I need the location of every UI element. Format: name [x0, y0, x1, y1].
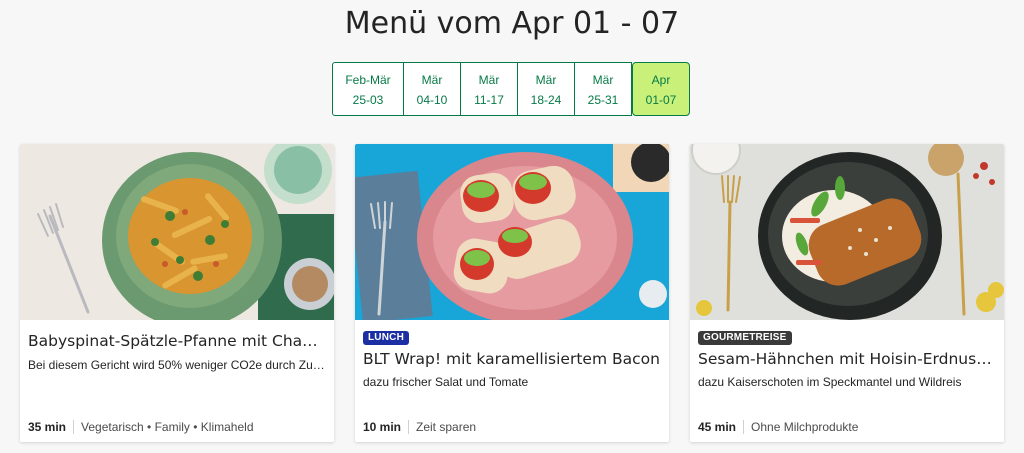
recipe-meta: 35 min Vegetarisch • Family • Klimaheld [28, 420, 254, 434]
week-tab-active[interactable]: Apr 01-07 [632, 62, 690, 116]
week-days: 25-03 [352, 93, 384, 107]
week-tab-2[interactable]: Mär 11-17 [461, 62, 518, 116]
week-tab-1[interactable]: Mär 04-10 [404, 62, 461, 116]
week-days: 01-07 [645, 93, 677, 107]
recipe-meta: 10 min Zeit sparen [363, 420, 476, 434]
week-month: Mär [535, 73, 557, 87]
recipe-time: 35 min [28, 420, 75, 434]
week-days: 25-31 [587, 93, 619, 107]
page-title: Menü vom Apr 01 - 07 [344, 6, 680, 41]
week-tab-0[interactable]: Feb-Mär 25-03 [332, 62, 404, 116]
week-month: Mär [421, 73, 443, 87]
wrap-plate-photo[interactable] [355, 144, 669, 320]
recipe-tags: Zeit sparen [416, 420, 477, 434]
week-selector: Feb-Mär 25-03 Mär 04-10 Mär 11-17 Mär 18-24 … [332, 62, 690, 116]
week-days: 18-24 [530, 93, 562, 107]
recipe-meta: 45 min Ohne Milchprodukte [698, 420, 858, 434]
recipe-description: Bei diesem Gericht wird 50% weniger CO2e… [28, 358, 328, 372]
sesame-chicken-bowl-photo[interactable] [690, 144, 1004, 320]
recipe-card[interactable]: GOURMETREISE Sesam-Hähnchen mit Hoisin-E… [690, 144, 1004, 442]
week-month: Mär [592, 73, 614, 87]
recipe-name[interactable]: BLT Wrap! mit karamellisiertem Bacon [363, 350, 663, 368]
recipe-time: 45 min [698, 420, 745, 434]
recipe-tags: Vegetarisch • Family • Klimaheld [81, 420, 254, 434]
week-days: 11-17 [474, 93, 504, 107]
week-days: 04-10 [416, 93, 448, 107]
recipe-name[interactable]: Babyspinat-Spätzle-Pfanne mit Champignon… [28, 332, 328, 350]
recipe-description: dazu Kaiserschoten im Speckmantel und Wi… [698, 375, 962, 389]
recipe-description: dazu frischer Salat und Tomate [363, 375, 529, 389]
week-month: Mär [478, 73, 500, 87]
week-month: Apr [651, 73, 671, 87]
recipe-card[interactable]: LUNCH BLT Wrap! mit karamellisiertem Bac… [355, 144, 669, 442]
recipe-tags: Ohne Milchprodukte [751, 420, 859, 434]
week-month: Feb-Mär [345, 73, 391, 87]
recipe-name[interactable]: Sesam-Hähnchen mit Hoisin-Erdnuss-Sauce [698, 350, 998, 368]
week-tab-3[interactable]: Mär 18-24 [518, 62, 575, 116]
recipe-badge: LUNCH [363, 331, 409, 345]
recipe-card[interactable]: Babyspinat-Spätzle-Pfanne mit Champignon… [20, 144, 334, 442]
week-tab-4[interactable]: Mär 25-31 [575, 62, 632, 116]
recipe-time: 10 min [363, 420, 410, 434]
spaetzle-pan-photo[interactable] [20, 144, 334, 320]
recipe-badge: GOURMETREISE [698, 331, 792, 345]
